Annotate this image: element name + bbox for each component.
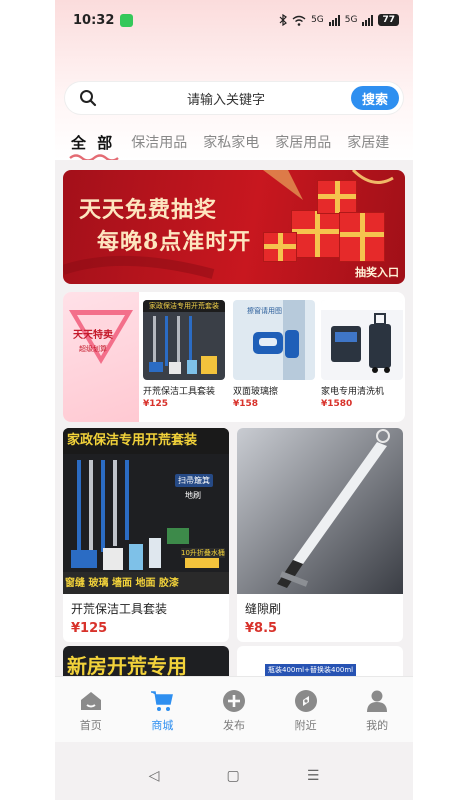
tab-cleaning[interactable]: 保洁用品: [131, 132, 187, 152]
product-price: ¥125: [71, 621, 108, 636]
product-image-tag: 10升折叠水桶: [181, 548, 225, 558]
daily-special-section: 天天特卖 超级划算 家政保洁专用开荒套装 开荒保洁工具套装 ¥125 擦窗请用图: [63, 292, 405, 422]
product-image-title: 家政保洁专用开荒套装: [63, 428, 229, 454]
product-name: 开荒保洁工具套装: [71, 602, 168, 616]
phone-frame: 10:32 5G 5G 77 请输入关键字 搜索 全 部 保洁用品 家私家电 家…: [55, 0, 413, 800]
battery-icon: 77: [378, 14, 399, 26]
back-icon[interactable]: ◁: [149, 768, 160, 784]
special-item-price: ¥158: [233, 399, 259, 409]
special-item[interactable]: 擦窗请用图 双面玻璃擦 ¥158: [233, 300, 315, 418]
gift-box-icon: [317, 180, 357, 214]
product-image-title: 瓶装400ml+替换装400ml: [265, 664, 357, 676]
chat-app-icon: [120, 13, 134, 27]
nav-mall[interactable]: 商城: [127, 677, 199, 742]
wifi-icon: [292, 15, 306, 26]
gift-box-icon: [263, 232, 297, 262]
nav-nearby-label: 附近: [294, 719, 317, 732]
plus-icon: [222, 690, 245, 712]
window-cleaner-illustration: [253, 300, 305, 380]
home-button-icon[interactable]: ▢: [226, 768, 239, 784]
nav-publish-label: 发布: [222, 719, 245, 732]
product-price: ¥8.5: [245, 621, 278, 636]
status-time: 10:32: [73, 12, 115, 28]
search-button[interactable]: 搜索: [351, 86, 399, 110]
special-item[interactable]: 家政保洁专用开荒套装 开荒保洁工具套装 ¥125: [143, 300, 225, 418]
product-image: 家政保洁专用开荒套装: [143, 300, 225, 380]
special-item-name: 开荒保洁工具套装: [143, 387, 216, 397]
gift-box-icon: [291, 210, 343, 258]
tab-home-goods[interactable]: 家居用品: [275, 132, 331, 152]
banner-line-1: 天天免费抽奖: [79, 197, 218, 223]
signal-icon: [328, 14, 340, 26]
compass-icon: [294, 690, 317, 712]
bluetooth-icon: [279, 14, 288, 26]
promo-subtitle: 超级划算: [79, 345, 107, 353]
tab-furniture-appliance[interactable]: 家私家电: [203, 132, 259, 152]
product-image: [237, 428, 403, 594]
nav-mine-label: 我的: [366, 719, 389, 732]
screen: 10:32 5G 5G 77 请输入关键字 搜索 全 部 保洁用品 家私家电 家…: [0, 0, 450, 800]
network-label-2: 5G: [344, 15, 358, 25]
tab-all[interactable]: 全 部: [69, 132, 119, 160]
daily-special-promo[interactable]: 天天特卖 超级划算: [63, 292, 139, 422]
product-image-tag: 地刷: [185, 491, 201, 500]
special-item-name: 双面玻璃擦: [233, 387, 279, 397]
product-card[interactable]: 缝隙刷 ¥8.5: [237, 428, 403, 642]
search-input[interactable]: 请输入关键字: [97, 89, 351, 108]
product-name: 缝隙刷: [245, 602, 282, 616]
gap-brush-illustration: [277, 429, 390, 588]
bottom-nav: 首页 商城 发布 附近 我的: [55, 676, 413, 742]
tab-home-building[interactable]: 家居建: [347, 132, 389, 152]
nav-home[interactable]: 首页: [55, 677, 127, 742]
network-label-1: 5G: [311, 15, 324, 25]
nav-nearby[interactable]: 附近: [270, 677, 342, 742]
special-item-price: ¥1580: [321, 399, 353, 409]
nav-mine[interactable]: 我的: [341, 677, 413, 742]
active-tab-indicator: [69, 153, 119, 160]
product-image-tag: 扫帚簸箕: [175, 474, 213, 487]
nav-publish[interactable]: 发布: [198, 677, 270, 742]
search-icon: [80, 90, 97, 107]
category-tabs: 全 部 保洁用品 家私家电 家居用品 家居建: [55, 124, 413, 160]
product-image-title: 新房开荒专用: [67, 654, 187, 678]
product-image-caption: 家政保洁专用开荒套装: [143, 300, 225, 312]
menu-icon[interactable]: ☰: [307, 768, 320, 784]
special-item[interactable]: 家电专用清洗机 ¥1580: [321, 300, 403, 418]
signal-icon-2: [362, 14, 374, 26]
product-image: 擦窗请用图: [233, 300, 315, 380]
special-item-name: 家电专用清洗机: [321, 387, 385, 397]
search-bar[interactable]: 请输入关键字 搜索: [65, 82, 403, 114]
product-card[interactable]: 家政保洁专用开荒套装 扫帚簸箕 地刷 10升折叠水桶 窗缝 玻璃 墙面 地面 胶…: [63, 428, 229, 642]
nav-mall-label: 商城: [151, 719, 174, 732]
status-bar: 10:32 5G 5G 77: [55, 0, 413, 40]
system-nav-bar: ◁ ▢ ☰: [55, 752, 413, 800]
product-image-footer: 窗缝 玻璃 墙面 地面 胶漆: [65, 578, 179, 589]
gift-box-icon: [339, 212, 385, 262]
lottery-banner[interactable]: 天天免费抽奖 每晚8点准时开 抽奖入口: [63, 170, 405, 284]
product-image: [321, 300, 403, 380]
user-icon: [367, 690, 388, 712]
home-icon: [80, 692, 101, 710]
promo-title: 天天特卖: [73, 330, 113, 341]
nav-home-label: 首页: [79, 719, 102, 732]
lottery-entry-link[interactable]: 抽奖入口: [355, 264, 399, 280]
status-icons: 5G 5G 77: [279, 14, 399, 26]
product-image: 家政保洁专用开荒套装 扫帚簸箕 地刷 10升折叠水桶 窗缝 玻璃 墙面 地面 胶…: [63, 428, 229, 594]
banner-line-2: 每晚8点准时开: [97, 229, 252, 255]
special-item-price: ¥125: [143, 399, 169, 409]
cleaning-tools-illustration: [149, 316, 217, 374]
tab-all-label: 全 部: [71, 133, 116, 152]
cart-icon: [151, 691, 174, 711]
steam-cleaner-illustration: [331, 313, 391, 373]
